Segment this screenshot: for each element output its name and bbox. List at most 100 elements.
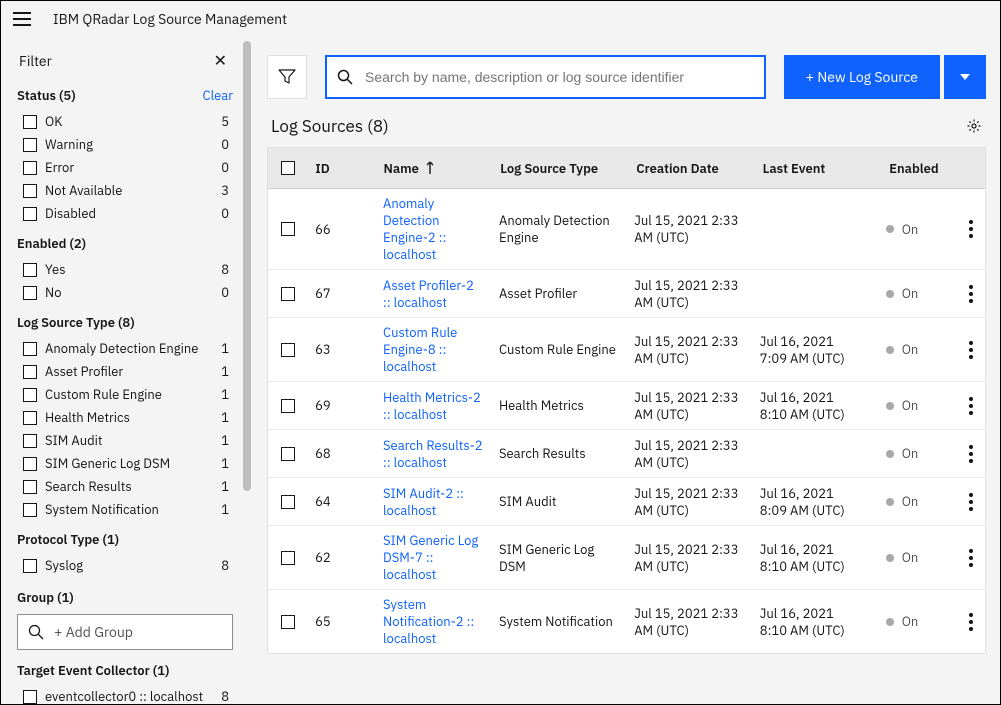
cell-name-link[interactable]: Search Results-2 :: localhost	[383, 437, 483, 471]
col-created[interactable]: Creation Date	[628, 160, 754, 177]
facet-item[interactable]: Syslog8	[13, 554, 237, 577]
search-box[interactable]	[325, 55, 766, 99]
facet-label: Log Source Type (8)	[17, 314, 135, 331]
cell-name-link[interactable]: SIM Generic Log DSM-7 :: localhost	[383, 532, 478, 583]
table-row: 62SIM Generic Log DSM-7 :: localhostSIM …	[268, 526, 985, 590]
cell-type: SIM Audit	[491, 493, 626, 510]
checkbox-icon[interactable]	[23, 365, 37, 379]
facet-items: Yes8No0	[13, 258, 237, 304]
facet-item[interactable]: Yes8	[13, 258, 237, 281]
select-all-checkbox[interactable]	[281, 161, 295, 175]
checkbox-icon[interactable]	[23, 480, 37, 494]
facet-item[interactable]: SIM Audit1	[13, 429, 237, 452]
facet-item-count: 1	[221, 478, 233, 495]
facet-item[interactable]: Custom Rule Engine1	[13, 383, 237, 406]
facet-item-count: 0	[221, 205, 233, 222]
facet-item[interactable]: Error0	[13, 156, 237, 179]
cell-created: Jul 15, 2021 2:33 AM (UTC)	[626, 541, 752, 575]
facet-item[interactable]: eventcollector0 :: localhost 8	[13, 685, 237, 704]
new-log-source-dropdown[interactable]	[944, 55, 986, 99]
col-enabled[interactable]: Enabled	[873, 160, 965, 177]
col-type[interactable]: Log Source Type	[492, 160, 628, 177]
col-id[interactable]: ID	[307, 160, 375, 177]
row-checkbox[interactable]	[281, 495, 295, 509]
search-input[interactable]	[363, 68, 754, 86]
checkbox-icon[interactable]	[23, 690, 37, 704]
status-dot-icon	[886, 402, 894, 410]
row-actions-menu[interactable]	[969, 285, 973, 303]
checkbox-icon[interactable]	[23, 434, 37, 448]
facet-item[interactable]: OK5	[13, 110, 237, 133]
checkbox-icon[interactable]	[23, 559, 37, 573]
cell-name-link[interactable]: Anomaly Detection Engine-2 :: localhost	[383, 195, 446, 263]
enabled-label: On	[902, 285, 919, 302]
facet-item[interactable]: Warning0	[13, 133, 237, 156]
filter-sidebar: Filter ✕ Status (5)ClearOK5Warning0Error…	[1, 37, 239, 704]
row-checkbox[interactable]	[281, 551, 295, 565]
col-name[interactable]: Name	[376, 160, 493, 177]
menu-icon[interactable]	[13, 12, 31, 26]
col-last[interactable]: Last Event	[755, 160, 874, 177]
row-checkbox[interactable]	[281, 615, 295, 629]
facet-item[interactable]: Asset Profiler1	[13, 360, 237, 383]
facet-item[interactable]: SIM Generic Log DSM1	[13, 452, 237, 475]
filter-header: Filter ✕	[13, 47, 237, 75]
facet-clear-link[interactable]: Clear	[203, 87, 233, 104]
checkbox-icon[interactable]	[23, 207, 37, 221]
row-checkbox[interactable]	[281, 399, 295, 413]
row-actions-menu[interactable]	[969, 493, 973, 511]
row-actions-menu[interactable]	[969, 445, 973, 463]
cell-name-link[interactable]: Asset Profiler-2 :: localhost	[383, 277, 474, 311]
checkbox-icon[interactable]	[23, 457, 37, 471]
checkbox-icon[interactable]	[23, 388, 37, 402]
facet-item[interactable]: Not Available3	[13, 179, 237, 202]
row-actions-menu[interactable]	[969, 397, 973, 415]
facet-item[interactable]: Disabled0	[13, 202, 237, 225]
checkbox-icon[interactable]	[23, 263, 37, 277]
checkbox-icon[interactable]	[23, 342, 37, 356]
row-actions-menu[interactable]	[969, 220, 973, 238]
add-group-input[interactable]: + Add Group	[17, 614, 233, 650]
cell-id: 67	[307, 285, 375, 302]
row-checkbox[interactable]	[281, 447, 295, 461]
close-icon[interactable]: ✕	[210, 51, 231, 71]
checkbox-icon[interactable]	[23, 138, 37, 152]
checkbox-icon[interactable]	[23, 411, 37, 425]
scrollbar-thumb[interactable]	[243, 41, 251, 491]
facet-item-count: 1	[221, 455, 233, 472]
cell-name-link[interactable]: SIM Audit-2 :: localhost	[383, 485, 464, 519]
cell-enabled: On	[870, 341, 961, 358]
facet-item[interactable]: Health Metrics1	[13, 406, 237, 429]
table-row: 64SIM Audit-2 :: localhostSIM AuditJul 1…	[268, 478, 985, 526]
facet-item[interactable]: Anomaly Detection Engine1	[13, 337, 237, 360]
cell-name-link[interactable]: Health Metrics-2 :: localhost	[383, 389, 481, 423]
row-checkbox[interactable]	[281, 287, 295, 301]
row-actions-menu[interactable]	[969, 613, 973, 631]
checkbox-icon[interactable]	[23, 161, 37, 175]
cell-last: Jul 16, 2021 8:10 AM (UTC)	[752, 605, 870, 639]
cell-id: 66	[307, 221, 375, 238]
checkbox-icon[interactable]	[23, 286, 37, 300]
facet-item[interactable]: Search Results1	[13, 475, 237, 498]
filter-button[interactable]	[267, 55, 307, 99]
cell-id: 68	[307, 445, 375, 462]
checkbox-icon[interactable]	[23, 503, 37, 517]
facet-item[interactable]: System Notification1	[13, 498, 237, 521]
gear-icon[interactable]	[966, 118, 982, 134]
cell-enabled: On	[870, 285, 961, 302]
row-checkbox[interactable]	[281, 343, 295, 357]
checkbox-icon[interactable]	[23, 115, 37, 129]
facet-logsourcetype: Log Source Type (8) Anomaly Detection Eng…	[13, 312, 237, 521]
row-actions-menu[interactable]	[969, 341, 973, 359]
facet-item[interactable]: No0	[13, 281, 237, 304]
sidebar-scrollbar[interactable]	[239, 37, 253, 704]
row-actions-menu[interactable]	[969, 549, 973, 567]
facet-item-count: 1	[221, 501, 233, 518]
cell-name-link[interactable]: System Notification-2 :: localhost	[383, 596, 474, 647]
cell-last: Jul 16, 2021 8:09 AM (UTC)	[752, 485, 870, 519]
row-checkbox[interactable]	[281, 222, 295, 236]
checkbox-icon[interactable]	[23, 184, 37, 198]
cell-name-link[interactable]: Custom Rule Engine-8 :: localhost	[383, 324, 457, 375]
new-log-source-button[interactable]: + New Log Source	[784, 55, 940, 99]
facet-item-label: Anomaly Detection Engine	[45, 340, 198, 357]
